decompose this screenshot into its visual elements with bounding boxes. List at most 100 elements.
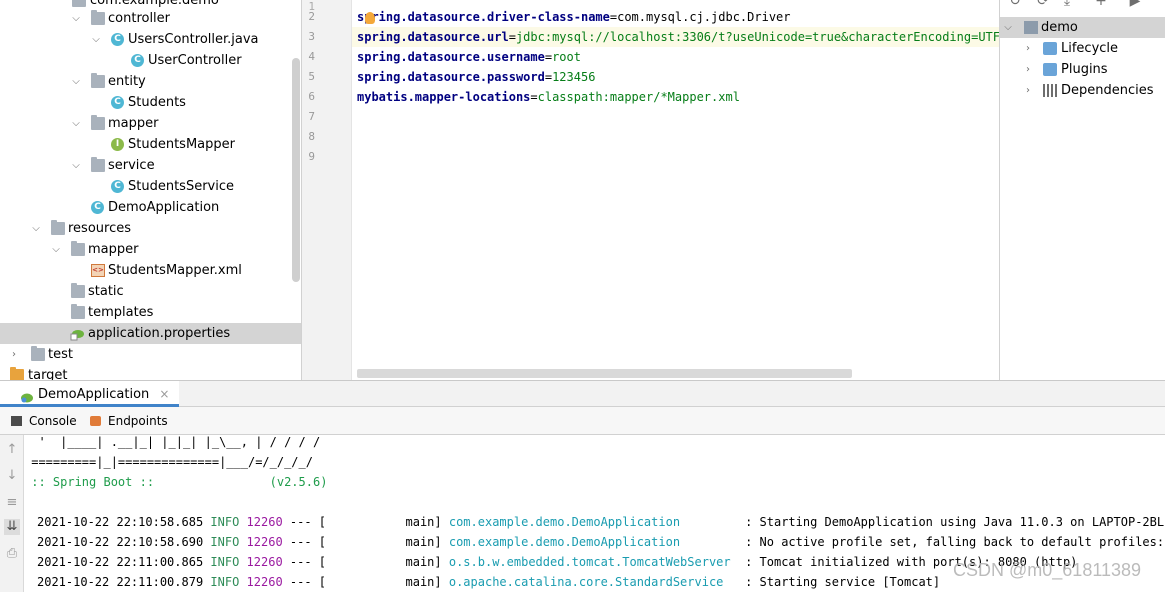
tree-item-mapper[interactable]: ⌵ mapper: [0, 113, 301, 134]
console-line: ' |____| .__|_| |_|_| |_\__, | / / / /: [24, 435, 321, 449]
chevron-right-icon[interactable]: ›: [8, 344, 20, 365]
spring-boot-class-icon: C: [91, 201, 104, 214]
tab-console[interactable]: Console: [11, 407, 77, 435]
tree-item-target[interactable]: target: [0, 365, 301, 380]
tab-endpoints[interactable]: Endpoints: [90, 407, 168, 435]
tree-item-static[interactable]: static: [0, 281, 301, 302]
folder-icon: [71, 241, 85, 256]
chevron-right-icon[interactable]: ›: [1022, 59, 1034, 80]
tree-item-students[interactable]: C Students: [0, 92, 301, 113]
maven-panel: ↻ ⟳ ⤓ + ▶ ⌵ demo › Lifecycle › Plugins ›…: [999, 0, 1165, 380]
console-line: =========|_|==============|___/=/_/_/_/: [24, 455, 313, 469]
folder-icon: [71, 304, 85, 319]
tree-item-studentsmapper[interactable]: I StudentsMapper: [0, 134, 301, 155]
line-number: 8: [308, 130, 315, 143]
spring-boot-run-icon: [20, 388, 34, 403]
maven-item-demo[interactable]: ⌵ demo: [1000, 17, 1165, 38]
code-line-current[interactable]: spring.datasource.url=jdbc:mysql://local…: [352, 27, 999, 47]
folder-icon: [71, 283, 85, 298]
dependencies-icon: [1043, 84, 1057, 97]
log-line: 2021-10-22 22:10:58.690 INFO 12260 --- […: [37, 535, 1165, 549]
chevron-down-icon[interactable]: ⌵: [30, 218, 42, 239]
tree-item-resources-mapper[interactable]: ⌵ mapper: [0, 239, 301, 260]
folder-icon: [31, 346, 45, 361]
line-number: 3: [308, 30, 315, 43]
tree-item-demoapplication[interactable]: C DemoApplication: [0, 197, 301, 218]
chevron-down-icon[interactable]: ⌵: [70, 8, 82, 29]
tree-item-entity[interactable]: ⌵ entity: [0, 71, 301, 92]
editor-gutter: 1 2 3 4 5 6 7 8 9: [302, 0, 352, 380]
lightbulb-icon[interactable]: [365, 12, 375, 24]
run-tab-demoapplication[interactable]: DemoApplication ×: [0, 381, 180, 407]
tree-item-controller[interactable]: ⌵ controller: [0, 8, 301, 29]
maven-item-lifecycle[interactable]: › Lifecycle: [1000, 38, 1165, 59]
code-line[interactable]: spring.datasource.username=root: [352, 47, 999, 67]
folder-icon: [91, 115, 105, 130]
code-line[interactable]: mybatis.mapper-locations=classpath:mappe…: [352, 87, 999, 107]
xml-file-icon: <>: [91, 264, 105, 277]
tree-item-application-properties[interactable]: application.properties: [0, 323, 301, 344]
maven-item-plugins[interactable]: › Plugins: [1000, 59, 1165, 80]
code-editor[interactable]: spring.datasource.driver-class-name=com.…: [352, 0, 999, 380]
class-icon: C: [111, 96, 124, 109]
tree-item-service[interactable]: ⌵ service: [0, 155, 301, 176]
tree-item-test[interactable]: › test: [0, 344, 301, 365]
lifecycle-icon: [1043, 42, 1057, 55]
watermark: CSDN @m0_61811389: [953, 560, 1142, 580]
generate-sources-icon[interactable]: ⟳: [1036, 0, 1050, 8]
maven-item-dependencies[interactable]: › Dependencies: [1000, 80, 1165, 101]
add-icon[interactable]: +: [1094, 0, 1108, 8]
arrow-down-icon[interactable]: ↓: [4, 468, 20, 484]
scroll-to-end-icon[interactable]: ⇊: [4, 519, 20, 535]
interface-icon: I: [111, 138, 124, 151]
arrow-up-icon[interactable]: ↑: [4, 442, 20, 458]
tree-item-templates[interactable]: templates: [0, 302, 301, 323]
project-tree: com.example.demo ⌵ controller ⌵ C UsersC…: [0, 0, 302, 380]
folder-icon: [91, 73, 105, 88]
close-icon[interactable]: ×: [159, 387, 169, 401]
chevron-down-icon[interactable]: ⌵: [90, 29, 102, 50]
console-icon: [11, 416, 22, 426]
chevron-down-icon[interactable]: ⌵: [70, 113, 82, 134]
code-line[interactable]: spring.datasource.driver-class-name=com.…: [352, 7, 999, 27]
editor-horizontal-scrollbar[interactable]: [357, 369, 852, 378]
maven-module-icon: [1024, 21, 1038, 34]
line-number: 2: [308, 10, 315, 23]
folder-icon: [91, 10, 105, 25]
class-icon: C: [111, 33, 124, 46]
folder-icon: [91, 157, 105, 172]
tree-item-userscontroller[interactable]: ⌵ C UsersController.java: [0, 29, 301, 50]
chevron-right-icon[interactable]: ›: [1022, 80, 1034, 101]
run-side-toolbar: ↑ ↓ ≡ ⇊ ⎙: [0, 435, 24, 592]
tree-item-studentsmapper-xml[interactable]: <> StudentsMapper.xml: [0, 260, 301, 281]
folder-orange-icon: [10, 367, 24, 380]
line-number: 5: [308, 70, 315, 83]
tree-item-usercontroller[interactable]: C UserController: [0, 50, 301, 71]
console-line: :: Spring Boot :: (v2.5.6): [24, 475, 328, 489]
folder-icon: [51, 220, 65, 235]
line-number: 6: [308, 90, 315, 103]
line-number: 9: [308, 150, 315, 163]
line-number: 4: [308, 50, 315, 63]
class-icon: C: [131, 54, 144, 67]
chevron-right-icon[interactable]: ›: [1022, 38, 1034, 59]
run-icon[interactable]: ▶: [1128, 0, 1142, 8]
chevron-down-icon[interactable]: ⌵: [70, 155, 82, 176]
code-line[interactable]: spring.datasource.password=123456: [352, 67, 999, 87]
chevron-down-icon[interactable]: ⌵: [50, 239, 62, 260]
plugins-icon: [1043, 63, 1057, 76]
print-icon[interactable]: ⎙: [4, 546, 20, 562]
endpoints-icon: [90, 416, 101, 426]
line-number: 7: [308, 110, 315, 123]
soft-wrap-icon[interactable]: ≡: [4, 495, 20, 511]
tree-item-studentsservice[interactable]: C StudentsService: [0, 176, 301, 197]
refresh-icon[interactable]: ↻: [1008, 0, 1022, 8]
log-line: 2021-10-22 22:10:58.685 INFO 12260 --- […: [37, 515, 1165, 529]
chevron-down-icon[interactable]: ⌵: [1002, 17, 1014, 38]
spring-properties-icon: [70, 327, 84, 341]
download-icon[interactable]: ⤓: [1060, 0, 1074, 8]
folder-icon: [72, 0, 86, 7]
chevron-down-icon[interactable]: ⌵: [70, 71, 82, 92]
tree-item-resources[interactable]: ⌵ resources: [0, 218, 301, 239]
run-subtabbar: Console Endpoints: [0, 407, 1165, 435]
